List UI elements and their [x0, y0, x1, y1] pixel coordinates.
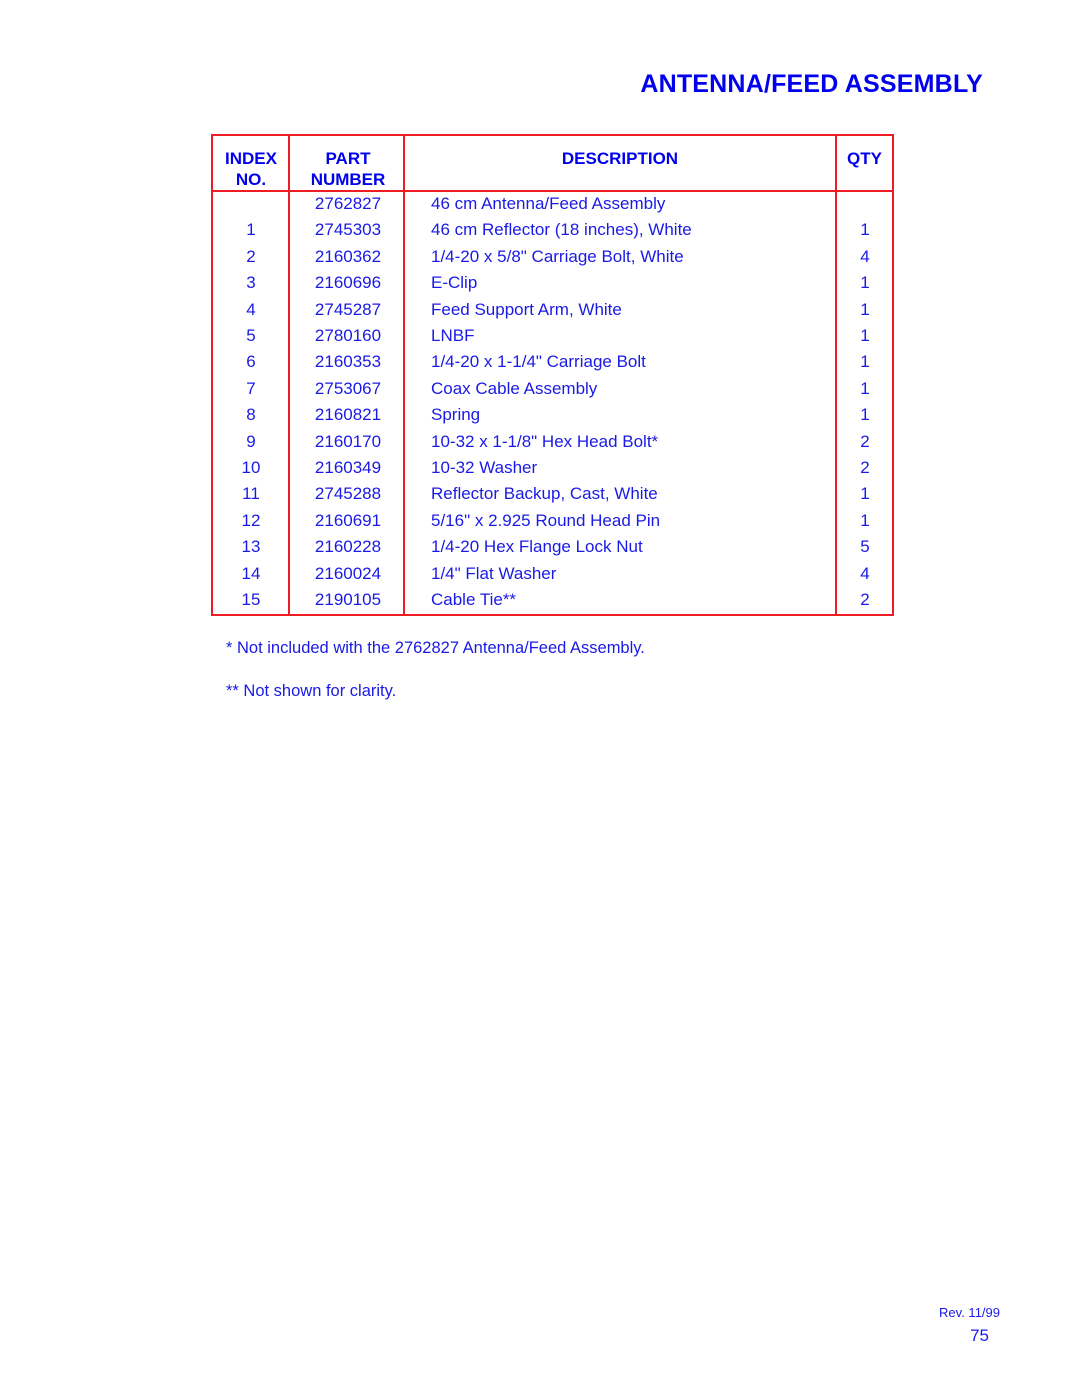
revision-label: Rev. 11/99	[939, 1305, 1000, 1320]
footnote-not-included: * Not included with the 2762827 Antenna/…	[226, 639, 645, 657]
table-row: 7 2753067 Coax Cable Assembly 1	[213, 376, 892, 402]
table-row: 5 2780160 LNBF 1	[213, 323, 892, 349]
index-cell: 10	[241, 458, 261, 477]
part-number-cell: 2160362	[314, 246, 382, 266]
page-title: ANTENNA/FEED ASSEMBLY	[640, 70, 983, 98]
part-number-cell: 2745287	[314, 299, 382, 319]
table-row: 2762827 46 cm Antenna/Feed Assembly	[213, 191, 892, 217]
index-cell: 2	[246, 246, 256, 266]
qty-cell: 1	[860, 510, 870, 530]
table-row: 15 2190105 Cable Tie** 2	[213, 587, 892, 613]
description-cell: Reflector Backup, Cast, White	[431, 484, 658, 504]
part-number-cell: 2762827	[314, 194, 382, 213]
table-row: 8 2160821 Spring 1	[213, 402, 892, 428]
index-cell: 14	[241, 563, 261, 583]
description-cell: 46 cm Reflector (18 inches), White	[431, 220, 692, 240]
qty-cell: 1	[860, 484, 870, 504]
qty-cell: 1	[860, 299, 870, 319]
part-number-cell: 2753067	[314, 378, 382, 398]
header-part-line2: NUMBER	[310, 170, 386, 189]
table-row: 2 2160362 1/4-20 x 5/8" Carriage Bolt, Whi…	[213, 244, 892, 270]
part-number-cell: 2160696	[314, 273, 382, 293]
description-cell: 1/4" Flat Washer	[431, 563, 557, 583]
header-index-line2: NO.	[235, 170, 267, 189]
header-index-line1: INDEX	[225, 149, 277, 168]
part-number-cell: 2160170	[314, 431, 382, 451]
index-cell: 8	[246, 405, 256, 425]
description-cell: Cable Tie**	[431, 590, 517, 609]
qty-cell: 1	[860, 352, 870, 372]
table-row: 13 2160228 1/4-20 Hex Flange Lock Nut 5	[213, 534, 892, 560]
part-number-cell: 2160024	[314, 563, 382, 583]
qty-cell: 2	[860, 431, 870, 451]
index-cell: 6	[246, 352, 256, 372]
table-row: 1 2745303 46 cm Reflector (18 inches), Whi…	[213, 217, 892, 243]
part-number-cell: 2160349	[314, 458, 382, 477]
description-cell: Coax Cable Assembly	[431, 378, 598, 398]
index-cell: 3	[246, 273, 256, 293]
part-number-cell: 2745303	[314, 220, 382, 240]
part-number-cell: 2160821	[314, 405, 382, 425]
header-description: DESCRIPTION	[561, 149, 679, 168]
description-cell: 1/4-20 Hex Flange Lock Nut	[431, 537, 643, 557]
part-number-cell: 2190105	[314, 590, 382, 609]
part-number-cell: 2160691	[314, 510, 382, 530]
parts-table: INDEX NO. PART NUMBER DESCRIPTION QTY 27…	[211, 134, 894, 616]
table-row: 14 2160024 1/4" Flat Washer 4	[213, 561, 892, 587]
part-number-cell: 2160228	[314, 537, 382, 557]
table-row: 12 2160691 5/16" x 2.925 Round Head Pin 1	[213, 508, 892, 534]
table-row: 3 2160696 E-Clip 1	[213, 270, 892, 296]
header-qty: QTY	[847, 149, 882, 168]
index-cell: 11	[242, 484, 260, 504]
description-cell: 1/4-20 x 1-1/4" Carriage Bolt	[431, 352, 646, 372]
table-row: 6 2160353 1/4-20 x 1-1/4" Carriage Bolt 1	[213, 349, 892, 375]
description-cell: Spring	[431, 405, 481, 425]
qty-cell: 4	[860, 563, 870, 583]
table-row: 9 2160170 10-32 x 1-1/8" Hex Head Bolt* 2	[213, 429, 892, 455]
index-cell: 5	[246, 326, 256, 345]
header-index: INDEX NO.	[213, 148, 289, 190]
description-cell: 5/16" x 2.925 Round Head Pin	[431, 510, 661, 530]
header-part-line1: PART	[325, 149, 371, 168]
index-cell: 12	[241, 510, 261, 530]
table-row: 11 2745288 Reflector Backup, Cast, White 1	[213, 481, 892, 507]
index-cell: 9	[246, 431, 256, 451]
description-cell: 46 cm Antenna/Feed Assembly	[431, 194, 666, 213]
qty-cell: 1	[860, 326, 870, 345]
qty-cell: 2	[860, 590, 870, 609]
description-cell: 1/4-20 x 5/8" Carriage Bolt, White	[431, 246, 684, 266]
part-number-cell: 2780160	[314, 326, 382, 345]
description-cell: LNBF	[431, 326, 475, 345]
qty-cell: 5	[860, 537, 870, 557]
index-cell: 13	[241, 537, 261, 557]
footnote-not-shown: ** Not shown for clarity.	[226, 682, 397, 700]
index-cell: 1	[246, 220, 256, 240]
index-cell: 15	[241, 590, 261, 609]
index-cell: 4	[246, 299, 256, 319]
qty-cell: 1	[860, 405, 870, 425]
table-row: 10 2160349 10-32 Washer 2	[213, 455, 892, 481]
table-row: 4 2745287 Feed Support Arm, White 1	[213, 297, 892, 323]
description-cell: 10-32 x 1-1/8" Hex Head Bolt*	[431, 431, 659, 451]
part-number-cell: 2745288	[314, 484, 382, 504]
description-cell: Feed Support Arm, White	[431, 299, 622, 319]
description-cell: E-Clip	[431, 273, 478, 293]
qty-cell: 4	[860, 246, 870, 266]
index-cell: 7	[246, 378, 256, 398]
page-number: 75	[970, 1326, 989, 1345]
header-part-number: PART NUMBER	[291, 148, 405, 190]
description-cell: 10-32 Washer	[431, 458, 538, 477]
qty-cell: 1	[860, 378, 870, 398]
qty-cell: 1	[860, 273, 870, 293]
qty-cell: 2	[860, 458, 870, 477]
qty-cell: 1	[860, 220, 870, 240]
part-number-cell: 2160353	[314, 352, 382, 372]
